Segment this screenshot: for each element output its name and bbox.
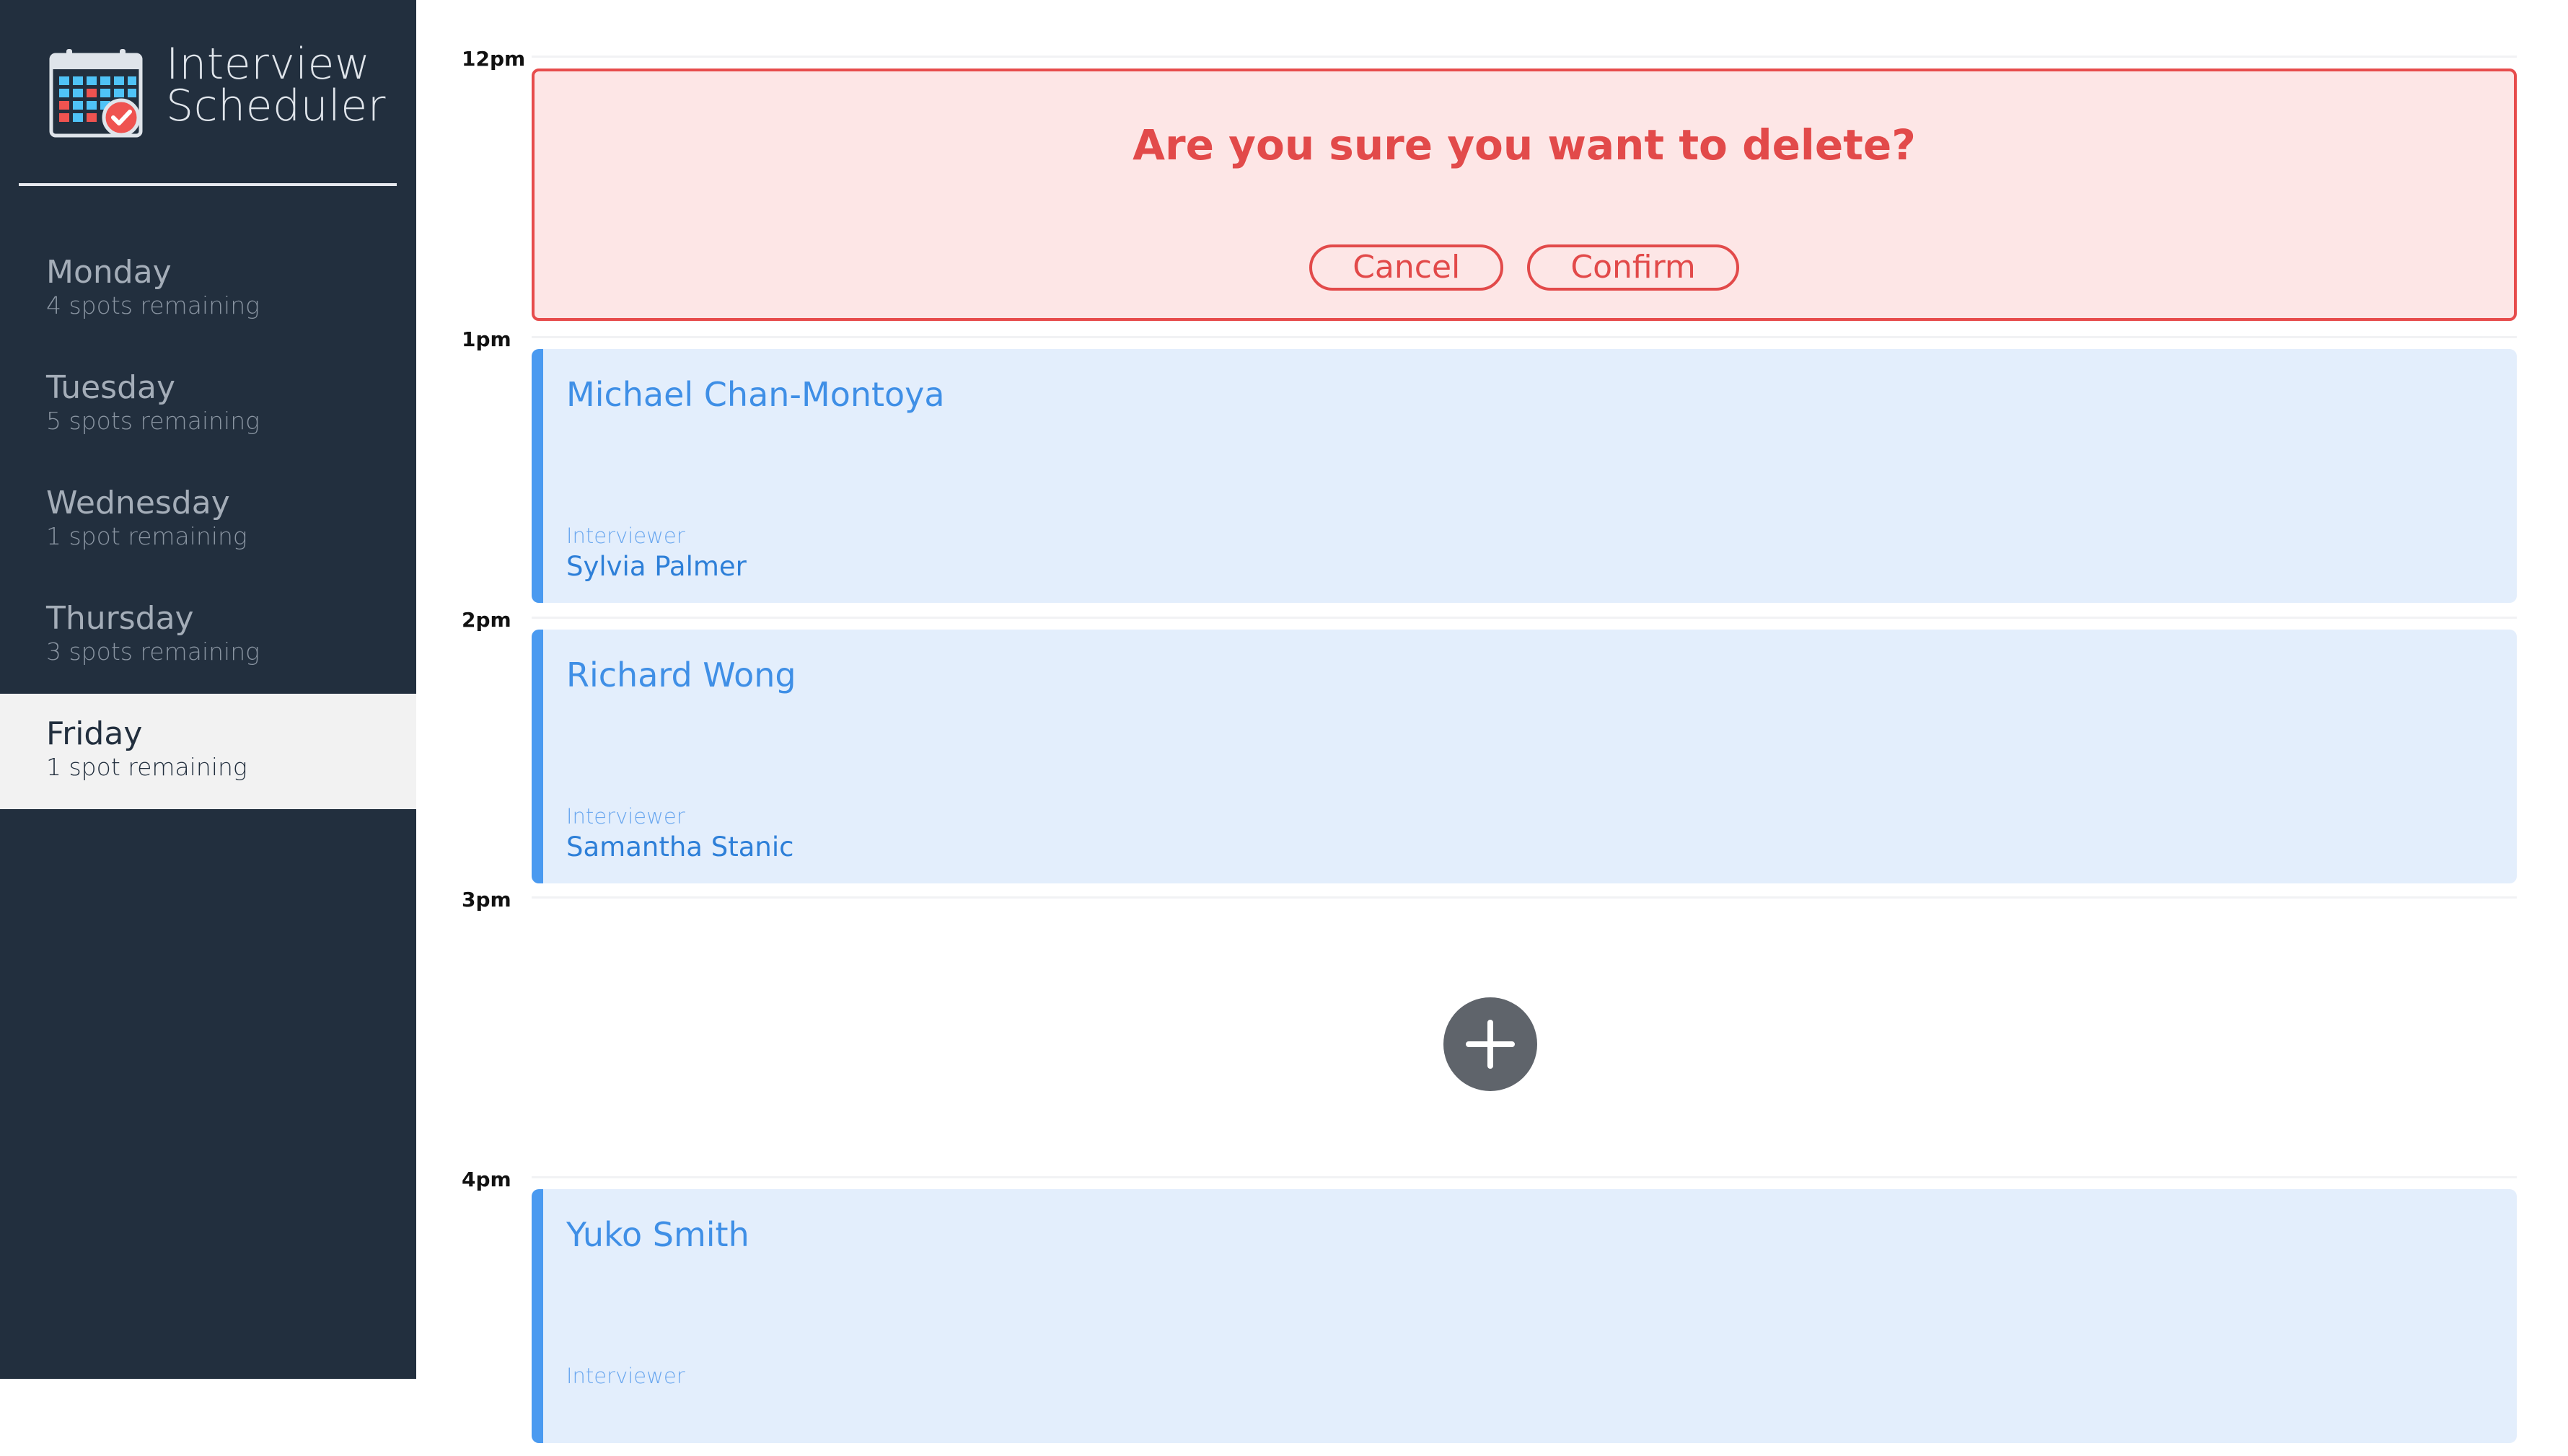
day-item-monday[interactable]: Monday 4 spots remaining bbox=[0, 232, 416, 348]
calendar-check-icon bbox=[49, 49, 143, 138]
time-slot-3pm: 3pm bbox=[416, 888, 2568, 1176]
delete-confirmation: Are you sure you want to delete? Cancel … bbox=[532, 69, 2517, 321]
confirm-message: Are you sure you want to delete? bbox=[1133, 120, 1916, 169]
schedule: 12pm Are you sure you want to delete? Ca… bbox=[416, 0, 2568, 1443]
slot-time: 1pm bbox=[462, 327, 511, 351]
slot-time: 4pm bbox=[462, 1168, 511, 1191]
day-name: Monday bbox=[46, 254, 172, 291]
time-slot-1pm: 1pm Michael Chan-Montoya Interviewer Syl… bbox=[416, 327, 2568, 616]
day-item-friday[interactable]: Friday 1 spot remaining bbox=[0, 694, 416, 809]
day-name: Thursday bbox=[46, 600, 194, 637]
student-name: Yuko Smith bbox=[566, 1215, 749, 1254]
interviewer-name: Sylvia Palmer bbox=[566, 551, 747, 582]
app-title: Interview Scheduler bbox=[166, 39, 386, 131]
day-spots: 4 spots remaining bbox=[46, 291, 260, 319]
student-name: Michael Chan-Montoya bbox=[566, 375, 945, 414]
slot-divider bbox=[532, 896, 2517, 899]
slot-divider bbox=[532, 1176, 2517, 1178]
time-slot-2pm: 2pm Richard Wong Interviewer Samantha St… bbox=[416, 608, 2568, 896]
day-name: Tuesday bbox=[46, 369, 176, 406]
time-slot-4pm: 4pm Yuko Smith Interviewer bbox=[416, 1168, 2568, 1456]
interviewer-name: Samantha Stanic bbox=[566, 831, 794, 862]
sidebar: Interview Scheduler Monday 4 spots remai… bbox=[0, 0, 416, 1379]
day-spots: 3 spots remaining bbox=[46, 637, 260, 666]
slot-time: 2pm bbox=[462, 608, 511, 632]
day-spots: 1 spot remaining bbox=[46, 522, 247, 550]
slot-divider bbox=[532, 56, 2517, 58]
slot-divider bbox=[532, 336, 2517, 338]
time-slot-12pm: 12pm Are you sure you want to delete? Ca… bbox=[416, 47, 2568, 335]
sidebar-divider bbox=[19, 183, 397, 186]
app-title-line2: Scheduler bbox=[166, 81, 386, 131]
cancel-button[interactable]: Cancel bbox=[1309, 244, 1504, 291]
appointment-card[interactable]: Richard Wong Interviewer Samantha Stanic bbox=[532, 630, 2517, 883]
slot-time: 3pm bbox=[462, 888, 511, 912]
interviewer-label: Interviewer bbox=[566, 1364, 685, 1388]
day-name: Friday bbox=[46, 715, 143, 752]
appointment-card[interactable]: Yuko Smith Interviewer bbox=[532, 1189, 2517, 1443]
brand: Interview Scheduler bbox=[46, 43, 392, 144]
interviewer-label: Interviewer bbox=[566, 524, 685, 548]
day-name: Wednesday bbox=[46, 485, 230, 521]
day-item-wednesday[interactable]: Wednesday 1 spot remaining bbox=[0, 463, 416, 578]
student-name: Richard Wong bbox=[566, 656, 796, 694]
slot-time: 12pm bbox=[462, 47, 526, 71]
interviewer-label: Interviewer bbox=[566, 804, 685, 829]
slot-divider bbox=[532, 617, 2517, 619]
plus-icon bbox=[1466, 1020, 1515, 1069]
day-spots: 5 spots remaining bbox=[46, 407, 260, 435]
day-item-tuesday[interactable]: Tuesday 5 spots remaining bbox=[0, 348, 416, 463]
day-item-thursday[interactable]: Thursday 3 spots remaining bbox=[0, 578, 416, 694]
day-spots: 1 spot remaining bbox=[46, 753, 247, 781]
add-appointment-button[interactable] bbox=[1443, 997, 1537, 1091]
app-title-line1: Interview bbox=[166, 39, 371, 89]
day-list: Monday 4 spots remaining Tuesday 5 spots… bbox=[0, 232, 416, 809]
confirm-actions: Cancel Confirm bbox=[535, 244, 2514, 291]
appointment-card[interactable]: Michael Chan-Montoya Interviewer Sylvia … bbox=[532, 349, 2517, 603]
confirm-button[interactable]: Confirm bbox=[1527, 244, 1739, 291]
